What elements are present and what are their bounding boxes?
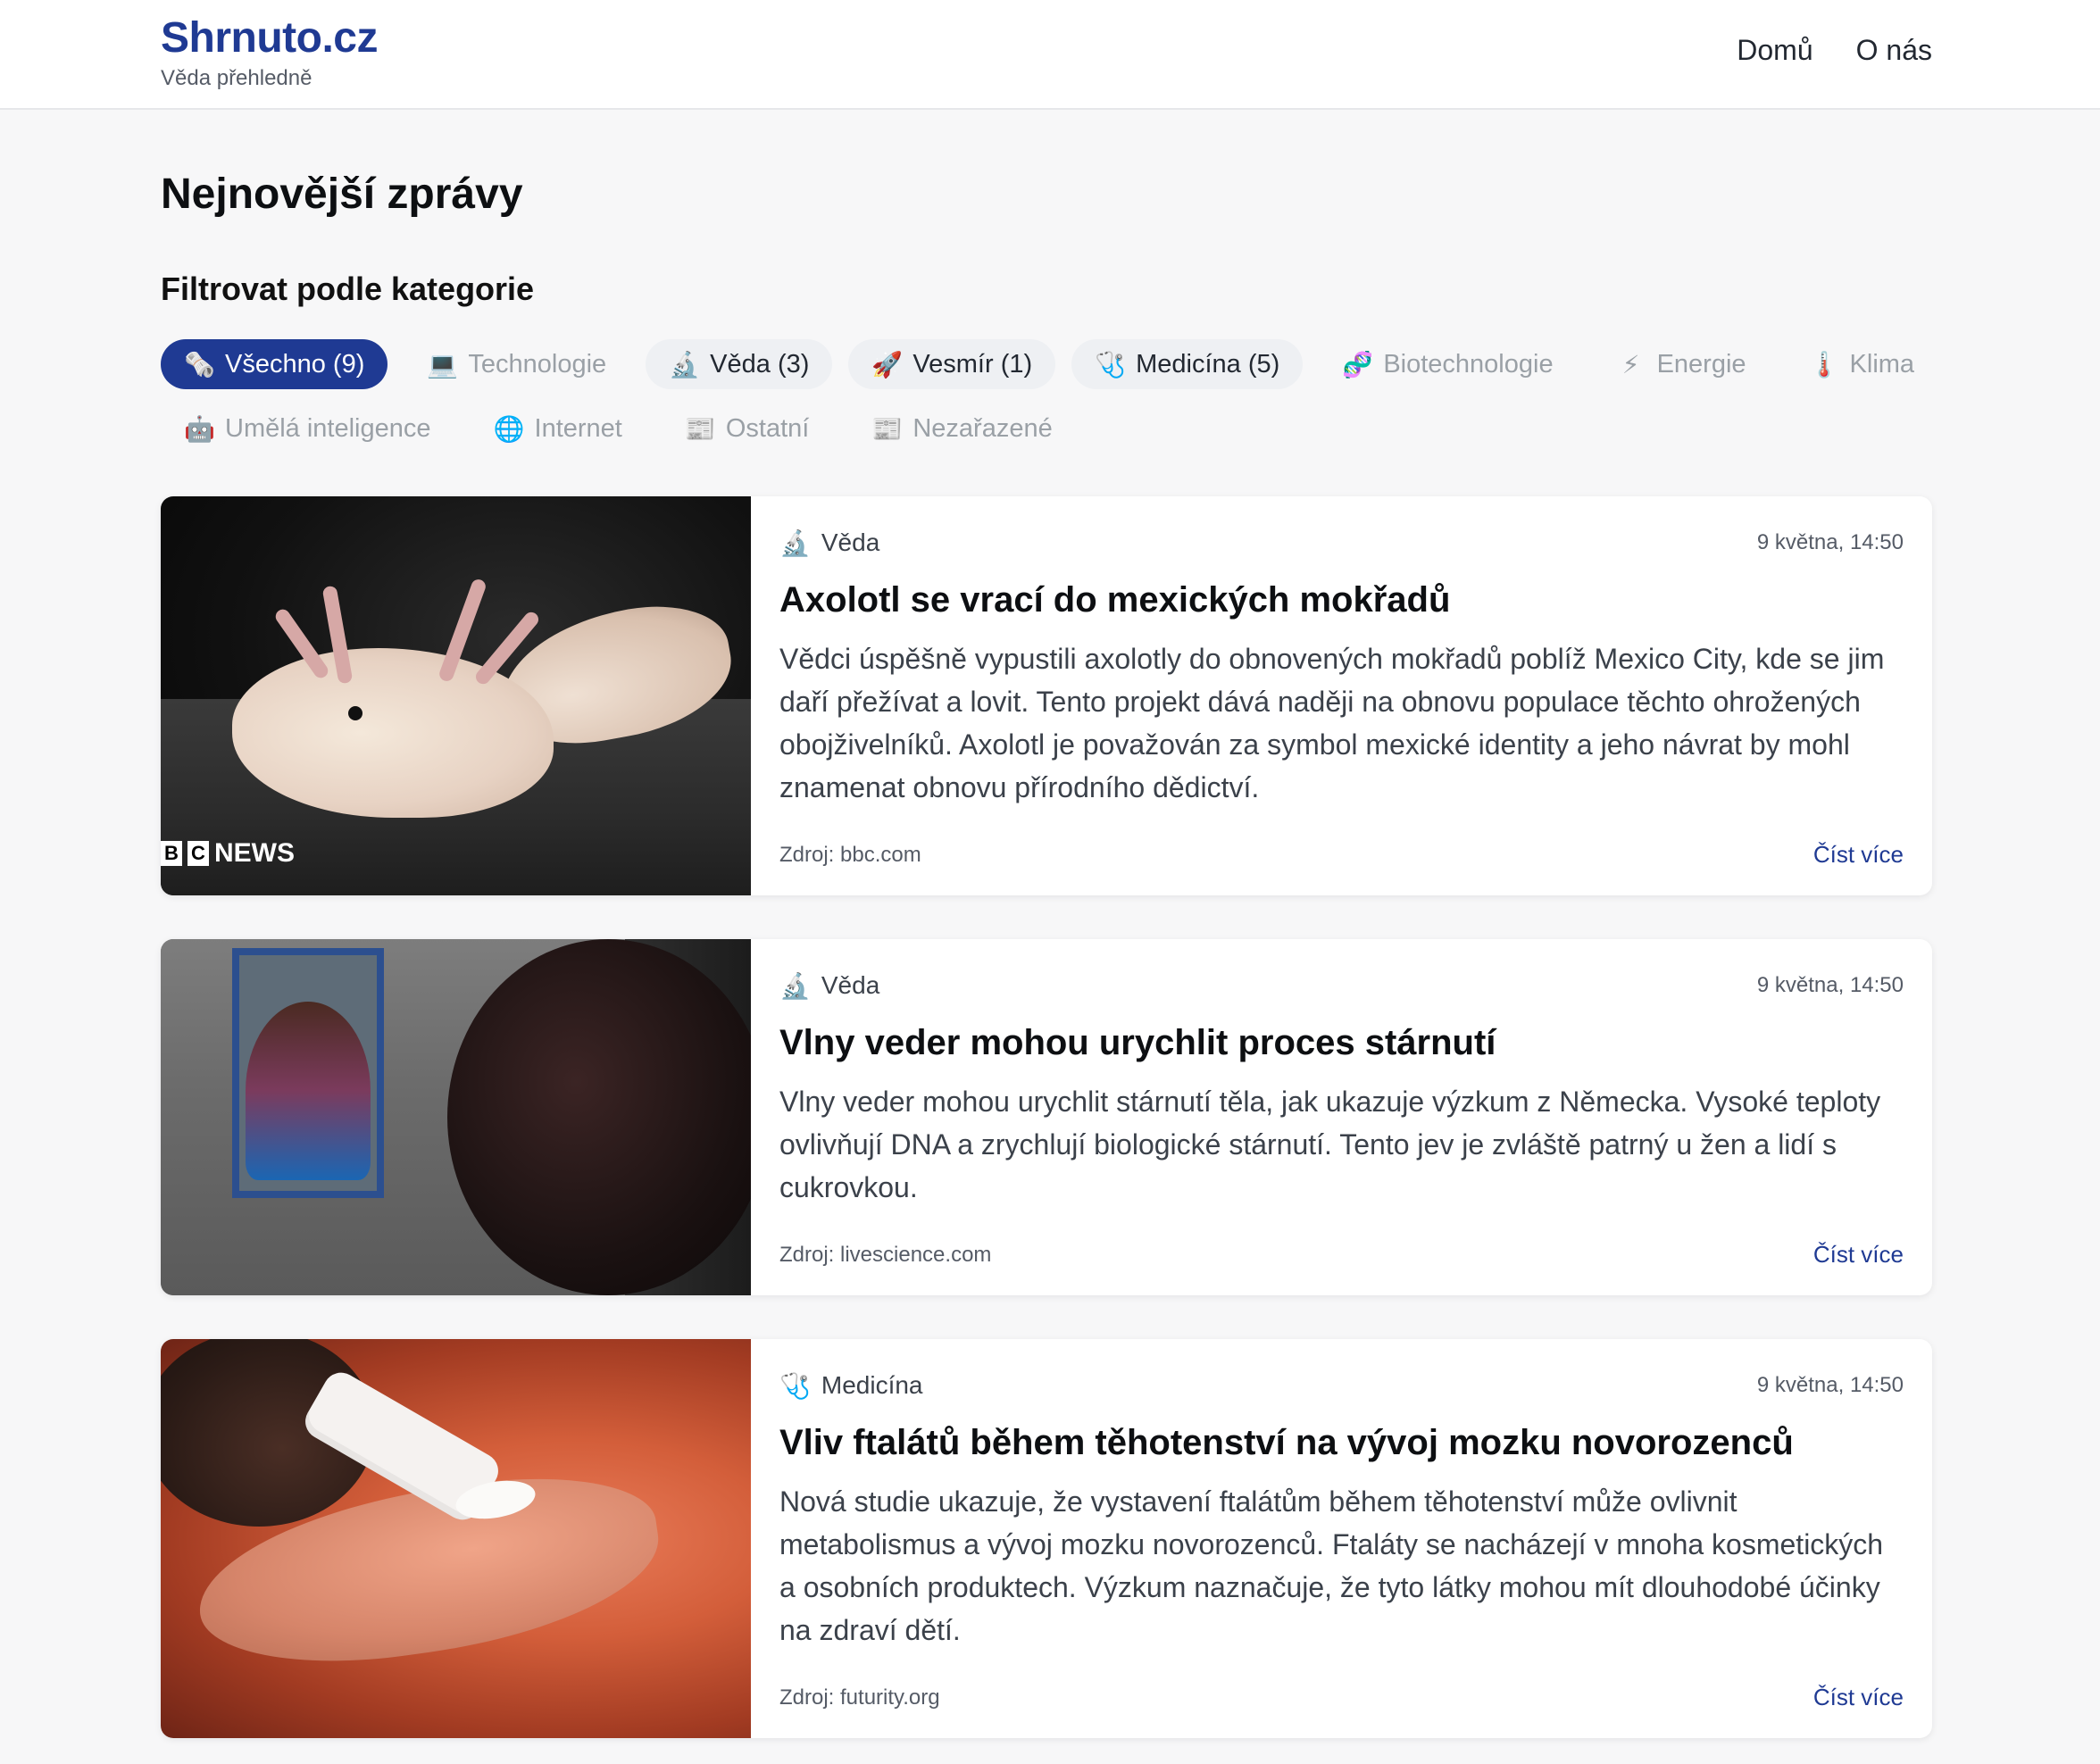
- image-axolotl-body: [232, 648, 554, 818]
- lightning-icon: ⚡: [1621, 350, 1640, 379]
- article-excerpt: Vědci úspěšně vypustili axolotly do obno…: [779, 643, 1885, 803]
- chip-label: Internet: [534, 413, 622, 443]
- read-more-link[interactable]: Číst více: [1813, 1241, 1904, 1269]
- chip-label: Všechno (9): [225, 349, 365, 379]
- nav-home-link[interactable]: Domů: [1737, 34, 1812, 67]
- nav-about-link[interactable]: O nás: [1856, 34, 1932, 67]
- article-footer: Zdroj: futurity.org Číst více: [779, 1684, 1904, 1711]
- article-excerpt: Vlny veder mohou urychlit stárnutí těla,…: [779, 1086, 1881, 1203]
- chip-label: Vesmír (1): [912, 349, 1033, 379]
- chip-label: Technologie: [468, 349, 607, 379]
- article-source: Zdroj: bbc.com: [779, 842, 921, 867]
- bbc-news-watermark: B C NEWS: [161, 838, 295, 869]
- article-body: 🔬 Věda 9 května, 14:50 Axolotl se vrací …: [751, 496, 1932, 895]
- thermometer-icon: 🌡️: [1808, 350, 1840, 379]
- globe-icon: 🌐: [493, 414, 525, 443]
- category-label: Věda: [821, 971, 880, 999]
- stethoscope-icon: 🩺: [779, 1371, 811, 1400]
- chip-all[interactable]: 🗞️ Všechno (9): [161, 339, 388, 389]
- article-footer: Zdroj: livescience.com Číst více: [779, 1241, 1904, 1269]
- chip-label: Věda (3): [710, 349, 810, 379]
- newspaper-icon: 📰: [684, 414, 716, 443]
- article-source: Zdroj: livescience.com: [779, 1242, 992, 1267]
- article-body: 🩺 Medicína 9 května, 14:50 Vliv ftalátů …: [751, 1339, 1932, 1738]
- image-shadow: [447, 939, 751, 1295]
- top-nav: Domů O nás: [1737, 34, 1932, 67]
- chip-label: Klima: [1849, 349, 1915, 379]
- article-excerpt: Nová studie ukazuje, že vystavení ftalát…: [779, 1485, 1884, 1646]
- category-label: Medicína: [821, 1371, 923, 1399]
- page-title: Nejnovější zprávy: [161, 171, 523, 218]
- category-label: Věda: [821, 528, 880, 556]
- microscope-icon: 🔬: [669, 350, 701, 379]
- watermark-news: NEWS: [214, 838, 295, 868]
- article-footer: Zdroj: bbc.com Číst více: [779, 841, 1904, 869]
- article-image[interactable]: [161, 939, 751, 1295]
- newspaper-icon: 📰: [871, 414, 904, 443]
- article-date: 9 května, 14:50: [1756, 1373, 1904, 1397]
- article-title[interactable]: Axolotl se vrací do mexických mokřadů: [779, 577, 1904, 623]
- article-category: 🩺 Medicína: [779, 1371, 923, 1401]
- image-axolotl-eye: [348, 706, 362, 720]
- chip-biotechnologie[interactable]: 🧬 Biotechnologie: [1319, 339, 1576, 389]
- microscope-icon: 🔬: [779, 971, 811, 1000]
- article-body: 🔬 Věda 9 května, 14:50 Vlny veder mohou …: [751, 939, 1932, 1295]
- article-meta: 🩺 Medicína 9 května, 14:50: [779, 1366, 1904, 1405]
- robot-icon: 🤖: [184, 414, 215, 443]
- chip-medicina[interactable]: 🩺 Medicína (5): [1071, 339, 1304, 389]
- chip-label: Ostatní: [725, 413, 810, 443]
- read-more-link[interactable]: Číst více: [1813, 1684, 1904, 1711]
- article-image[interactable]: B C NEWS: [161, 496, 751, 895]
- chip-label: Medicína (5): [1136, 349, 1280, 379]
- category-filter: 🗞️ Všechno (9) 💻 Technologie 🔬 Věda (3) …: [161, 339, 1946, 453]
- chip-label: Nezařazené: [912, 413, 1053, 443]
- article-source: Zdroj: futurity.org: [779, 1685, 940, 1710]
- site-header: Shrnuto.cz Věda přehledně Domů O nás: [0, 0, 2100, 110]
- site-tagline: Věda přehledně: [161, 66, 312, 90]
- chip-internet[interactable]: 🌐 Internet: [471, 404, 646, 453]
- brand[interactable]: Shrnuto.cz Věda přehledně: [161, 12, 379, 91]
- chip-label: Energie: [1656, 349, 1746, 379]
- chip-ostatni[interactable]: 📰 Ostatní: [662, 404, 833, 453]
- article-image[interactable]: [161, 1339, 751, 1738]
- watermark-letter: B: [161, 841, 182, 866]
- chip-veda[interactable]: 🔬 Věda (3): [646, 339, 833, 389]
- article-category: 🔬 Věda: [779, 528, 879, 558]
- microscope-icon: 🔬: [779, 528, 811, 557]
- watermark-letter: C: [188, 841, 209, 866]
- dna-icon: 🧬: [1342, 350, 1374, 379]
- chip-technologie[interactable]: 💻 Technologie: [404, 339, 629, 389]
- article-meta: 🔬 Věda 9 května, 14:50: [779, 966, 1904, 1005]
- laptop-icon: 💻: [427, 350, 459, 379]
- chip-vesmir[interactable]: 🚀 Vesmír (1): [848, 339, 1056, 389]
- article-date: 9 května, 14:50: [1756, 973, 1904, 997]
- image-person: [246, 1002, 371, 1180]
- chip-klima[interactable]: 🌡️ Klima: [1786, 339, 1938, 389]
- article-title[interactable]: Vliv ftalátů během těhotenství na vývoj …: [779, 1419, 1904, 1466]
- rocket-icon: 🚀: [871, 350, 904, 379]
- newspaper-icon: 🗞️: [184, 350, 215, 379]
- filter-title: Filtrovat podle kategorie: [161, 270, 535, 307]
- article-card[interactable]: B C NEWS 🔬 Věda 9 května, 14:50 Axolotl …: [161, 496, 1932, 895]
- stethoscope-icon: 🩺: [1095, 350, 1127, 379]
- chip-nezarazene[interactable]: 📰 Nezařazené: [848, 404, 1075, 453]
- article-date: 9 května, 14:50: [1756, 530, 1904, 554]
- article-meta: 🔬 Věda 9 května, 14:50: [779, 523, 1904, 562]
- article-card[interactable]: 🩺 Medicína 9 května, 14:50 Vliv ftalátů …: [161, 1339, 1932, 1738]
- article-title[interactable]: Vlny veder mohou urychlit proces stárnut…: [779, 1019, 1904, 1066]
- site-logo[interactable]: Shrnuto.cz: [161, 12, 379, 64]
- chip-umela-inteligence[interactable]: 🤖 Umělá inteligence: [161, 404, 454, 453]
- article-category: 🔬 Věda: [779, 971, 879, 1001]
- article-card[interactable]: 🔬 Věda 9 května, 14:50 Vlny veder mohou …: [161, 939, 1932, 1295]
- chip-label: Biotechnologie: [1383, 349, 1554, 379]
- chip-energie[interactable]: ⚡ Energie: [1593, 339, 1770, 389]
- chip-label: Umělá inteligence: [225, 413, 431, 443]
- read-more-link[interactable]: Číst více: [1813, 841, 1904, 869]
